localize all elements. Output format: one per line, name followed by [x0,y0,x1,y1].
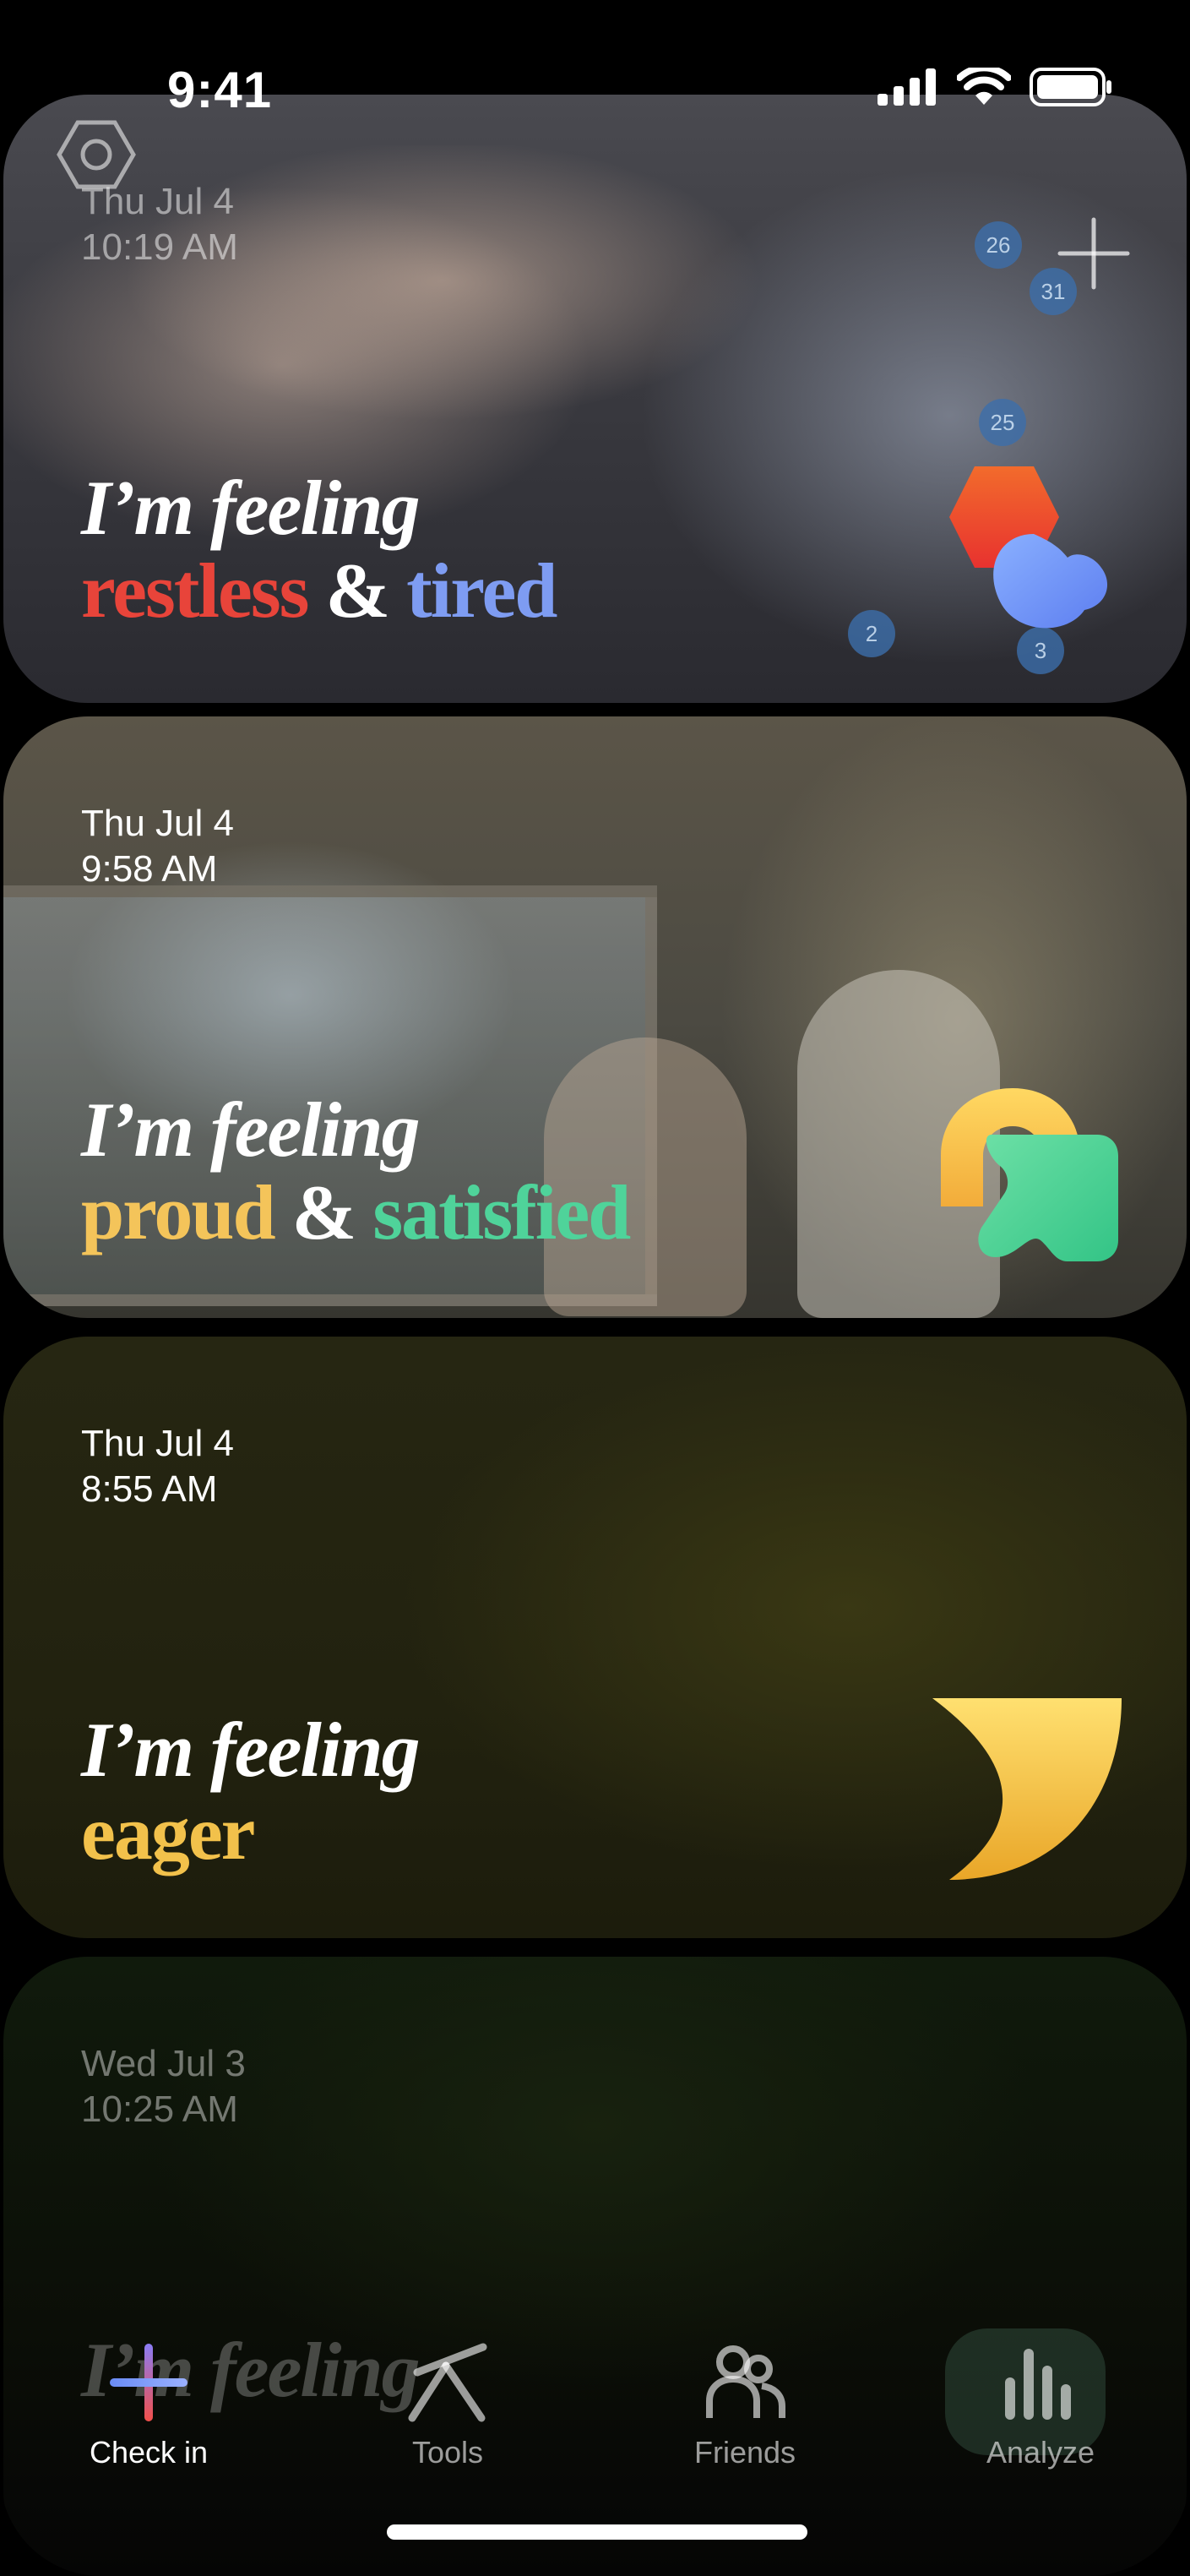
feeling-lead: I’m feeling [81,1707,421,1793]
friends-icon [706,2345,785,2418]
entry-date: Thu Jul 4 [81,803,234,844]
entry-time: 10:19 AM [81,226,238,268]
map-marker: 25 [979,399,1026,446]
entry-time: 9:58 AM [81,848,218,890]
tab-label: Check in [89,2435,209,2470]
entry-card-1[interactable]: 26 31 25 2 3 Thu Jul 4 10:19 AM I’m feel… [3,95,1187,703]
emotion-secondary: satisfied [372,1169,631,1255]
hexagon-moon-icon [949,466,1108,629]
entry-datetime: Wed Jul 3 10:25 AM [81,2041,246,2132]
tab-tools[interactable]: Tools [338,2315,557,2492]
emotion-primary: proud [81,1169,276,1255]
tab-analyze[interactable]: Analyze [931,2315,1150,2492]
tab-label: Tools [411,2435,484,2470]
status-icons [878,68,1114,106]
tools-icon [408,2343,487,2422]
battery-icon [1030,68,1111,106]
emotion-primary: eager [81,1789,256,1876]
tab-label: Friends [693,2435,796,2470]
crescent-icon [932,1698,1122,1880]
chart-icon [1005,2349,1071,2420]
feeling-text: I’m feeling proud & satisfied [81,1086,631,1255]
status-bar: 9:41 [0,0,1190,169]
feeling-lead: I’m feeling [81,1086,421,1173]
cellular-signal-icon [878,68,936,106]
add-entry-plus-icon[interactable] [1056,215,1132,291]
home-indicator[interactable] [387,2524,807,2540]
entry-datetime: Thu Jul 4 9:58 AM [81,801,234,892]
tab-bar: Check in Tools Friends Analyze [0,2315,1190,2518]
status-time: 9:41 [167,62,273,118]
map-marker: 2 [848,610,895,657]
arch-blob-icon [941,1088,1118,1261]
emotion-primary: restless [81,547,309,634]
emotion-secondary: tired [406,547,557,634]
app-screen: 9:41 26 31 25 2 3 Thu Jul 4 10:19 AM I’m… [0,0,1190,2576]
entry-date: Wed Jul 3 [81,2043,246,2084]
entry-card-2[interactable]: Thu Jul 4 9:58 AM I’m feeling proud & sa… [3,716,1187,1318]
emotion-ampersand: & [291,1169,357,1255]
map-marker: 26 [975,221,1022,269]
entry-date: Thu Jul 4 [81,1423,234,1464]
tab-check-in[interactable]: Check in [39,2315,258,2492]
tab-label: Analyze [986,2435,1095,2470]
entry-card-3[interactable]: Thu Jul 4 8:55 AM I’m feeling eager [3,1337,1187,1938]
tab-friends[interactable]: Friends [635,2315,855,2492]
entry-time: 8:55 AM [81,1468,218,1510]
plus-icon [110,2344,187,2421]
feeling-text: I’m feeling eager [81,1707,421,1876]
emotion-ampersand: & [325,547,390,634]
wifi-icon [957,68,1011,105]
entry-datetime: Thu Jul 4 8:55 AM [81,1421,234,1512]
feeling-text: I’m feeling restless & tired [81,465,557,634]
entry-time: 10:25 AM [81,2089,238,2130]
feeling-lead: I’m feeling [81,465,421,551]
